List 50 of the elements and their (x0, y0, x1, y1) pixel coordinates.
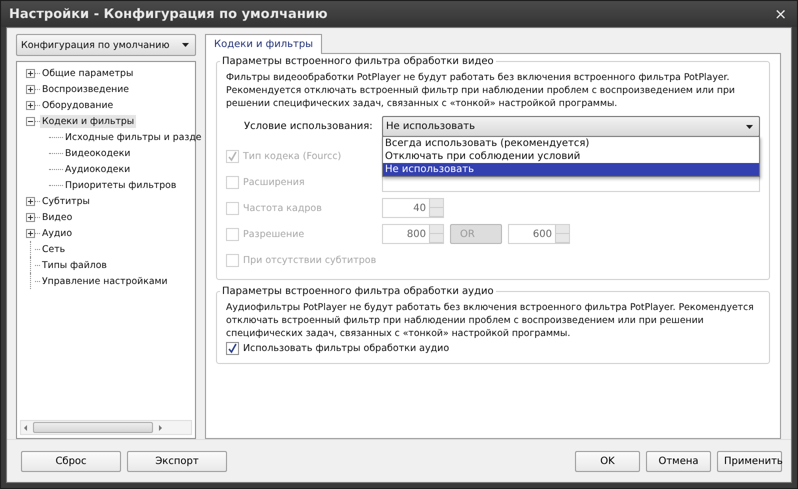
caret-icon (182, 43, 189, 47)
dropdown-option[interactable]: Отключать при соблюдении условий (383, 150, 759, 163)
window-title: Настройки - Конфигурация по умолчанию (9, 6, 328, 22)
caret-icon (746, 124, 753, 128)
collapse-icon[interactable] (26, 116, 35, 126)
condition-label: Условие использования: (243, 121, 374, 132)
tree-item[interactable]: Управление настройками (40, 274, 170, 288)
tree-item[interactable]: Аудиокодеки (63, 162, 132, 176)
tree-item[interactable]: Сеть (40, 242, 68, 256)
expand-icon[interactable] (26, 68, 35, 78)
checkbox-label: При отсутствии субтитров (243, 254, 376, 266)
checkbox-label: Частота кадров (243, 202, 322, 214)
expand-icon[interactable] (26, 196, 35, 206)
dialog-button[interactable]: Сброс (21, 450, 121, 472)
checkbox-label: Разрешение (243, 228, 304, 240)
tree-item[interactable]: Аудио (40, 226, 74, 240)
group-title: Параметры встроенного фильтра обработки видео (221, 56, 495, 67)
dropdown-option[interactable]: Не использовать (383, 163, 759, 176)
tree-item[interactable]: Субтитры (40, 194, 92, 208)
tree-item[interactable]: Исходные фильтры и разде (63, 130, 204, 144)
tree-item[interactable]: Оборудование (40, 98, 116, 112)
dropdown-option[interactable]: Всегда использовать (рекомендуется) (383, 137, 759, 150)
dialog-button[interactable]: Применить (717, 450, 782, 472)
expand-icon[interactable] (26, 228, 35, 238)
checkbox-label: Использовать фильтры обработки аудио (243, 343, 450, 354)
description: Аудиофильтры PotPlayer не будут работать без включения встроенного фильтра PotPlayer. Рекомендуется отключать встроенный фильтр при наблюдении проблем с воспроизведением или при решении специфических задач, связанных с «тонкой» настройкой программы. (226, 301, 755, 340)
dialog-button[interactable]: Экспорт (127, 450, 227, 472)
tree-item[interactable]: Воспроизведение (40, 82, 132, 96)
tab[interactable]: Кодеки и фильтры (205, 34, 322, 54)
expand-icon[interactable] (26, 100, 35, 110)
tree-item[interactable]: Общие параметры (40, 66, 136, 80)
expand-icon[interactable] (26, 212, 35, 222)
close-button[interactable]: × (772, 5, 789, 23)
dialog-button[interactable]: Отмена (646, 450, 711, 472)
scroll-thumb[interactable] (33, 422, 153, 433)
condition-dropdown[interactable]: Не использовать (382, 116, 760, 137)
tree-item[interactable]: Кодеки и фильтры (40, 114, 136, 128)
dialog-button[interactable]: OK (575, 450, 640, 472)
tree-item[interactable]: Видео (40, 210, 74, 224)
checkbox[interactable] (226, 342, 239, 355)
tree-item[interactable]: Приоритеты фильтров (63, 178, 178, 192)
tree-item[interactable]: Типы файлов (40, 258, 109, 272)
profile-dropdown[interactable]: Конфигурация по умолчанию (16, 34, 196, 56)
checkbox-label: Тип кодека (Fourcc) (243, 150, 342, 162)
description: Фильтры видеообработки PotPlayer не будут работать без включения встроенного фильтра PotPlayer. Рекомендуется отключать встроенный фильтр при наблюдении проблем с воспроизведением или при решении специфических задач, связанных с «тонкой» настройкой программы. (226, 71, 736, 110)
group-title: Параметры встроенного фильтра обработки аудио (221, 286, 495, 297)
checkbox-label: Расширения (243, 176, 305, 188)
tree-item[interactable]: Видеокодеки (63, 146, 132, 160)
expand-icon[interactable] (26, 84, 35, 94)
horizontal-scrollbar[interactable] (20, 420, 192, 435)
